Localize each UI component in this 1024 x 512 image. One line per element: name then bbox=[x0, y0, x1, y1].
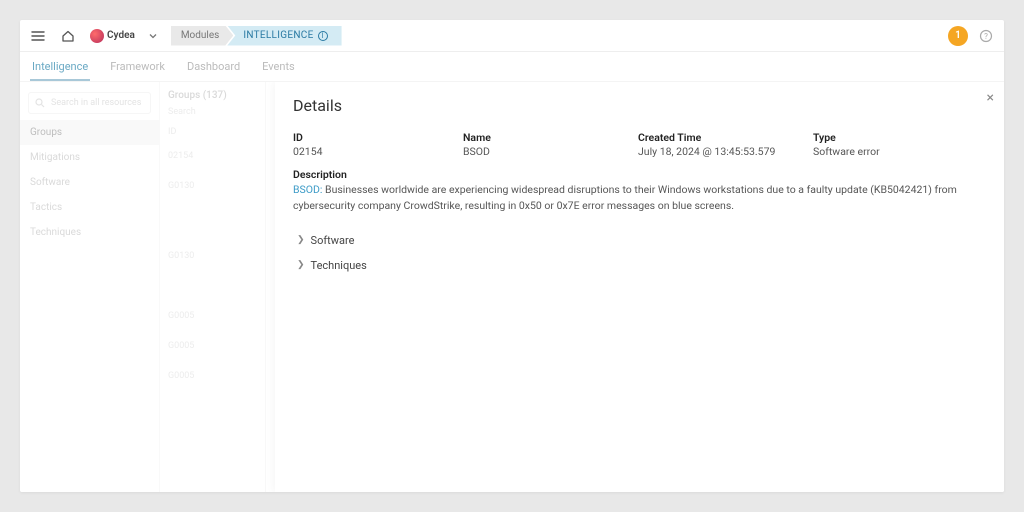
chevron-down-icon[interactable] bbox=[145, 31, 161, 41]
list-item[interactable]: G0130 bbox=[166, 171, 259, 201]
brand-logo-icon bbox=[90, 29, 104, 43]
list-item[interactable]: 02154 bbox=[166, 141, 259, 171]
info-icon: i bbox=[318, 31, 328, 41]
groups-id-col: ID bbox=[166, 123, 259, 141]
tab-events[interactable]: Events bbox=[260, 54, 297, 79]
name-label: Name bbox=[463, 131, 638, 144]
description-block: Description BSOD: Businesses worldwide a… bbox=[293, 168, 986, 214]
sidebar-cat-groups[interactable]: Groups bbox=[20, 120, 159, 145]
close-icon[interactable]: × bbox=[987, 90, 994, 106]
topbar: Cydea Modules INTELLIGENCE i 1 ? bbox=[20, 20, 1004, 52]
tab-framework[interactable]: Framework bbox=[108, 54, 167, 79]
details-meta: ID 02154 Name BSOD Created Time July 18,… bbox=[293, 131, 986, 158]
tabs-row: Intelligence Framework Dashboard Events bbox=[20, 52, 1004, 82]
help-icon[interactable]: ? bbox=[974, 24, 998, 48]
details-title: Details bbox=[293, 96, 986, 115]
description-label: Description bbox=[293, 168, 986, 181]
sidebar-cat-techniques[interactable]: Techniques bbox=[20, 220, 159, 245]
home-icon[interactable] bbox=[56, 24, 80, 48]
id-value: 02154 bbox=[293, 145, 463, 158]
list-item[interactable]: G0005 bbox=[166, 361, 259, 391]
description-text: BSOD: Businesses worldwide are experienc… bbox=[293, 182, 986, 214]
hamburger-icon[interactable] bbox=[26, 24, 50, 48]
breadcrumb-intelligence[interactable]: INTELLIGENCE i bbox=[227, 26, 341, 46]
chevron-right-icon: ❯ bbox=[297, 260, 305, 270]
brand-logo-text: Cydea bbox=[107, 30, 135, 41]
time-label: Created Time bbox=[638, 131, 813, 144]
description-link[interactable]: BSOD: bbox=[293, 183, 322, 196]
name-value: BSOD bbox=[463, 145, 638, 158]
list-item[interactable]: G0130 bbox=[166, 241, 259, 271]
breadcrumb-modules[interactable]: Modules bbox=[171, 26, 233, 46]
sidebar: Search in all resources Groups Mitigatio… bbox=[20, 82, 266, 492]
type-label: Type bbox=[813, 131, 986, 144]
details-panel: × Details ID 02154 Name BSOD Created Tim… bbox=[275, 82, 1004, 492]
sidebar-list: Groups (137) Search ID 02154 G0130 G0130… bbox=[160, 82, 265, 492]
sidebar-categories: Search in all resources Groups Mitigatio… bbox=[20, 82, 160, 492]
list-item[interactable]: G0005 bbox=[166, 331, 259, 361]
breadcrumb: Modules INTELLIGENCE i bbox=[171, 26, 342, 46]
type-value: Software error bbox=[813, 145, 986, 158]
accordion-software[interactable]: ❯ Software bbox=[293, 228, 986, 253]
time-value: July 18, 2024 @ 13:45:53.579 bbox=[638, 145, 813, 158]
sidebar-cat-tactics[interactable]: Tactics bbox=[20, 195, 159, 220]
sidebar-cat-software[interactable]: Software bbox=[20, 170, 159, 195]
tab-intelligence[interactable]: Intelligence bbox=[30, 54, 90, 81]
sidebar-cat-mitigations[interactable]: Mitigations bbox=[20, 145, 159, 170]
chevron-right-icon: ❯ bbox=[297, 235, 305, 245]
groups-header: Groups (137) bbox=[166, 86, 259, 105]
groups-search[interactable]: Search bbox=[166, 105, 259, 123]
tab-dashboard[interactable]: Dashboard bbox=[185, 54, 242, 79]
brand-logo[interactable]: Cydea bbox=[86, 29, 139, 43]
avatar[interactable]: 1 bbox=[948, 26, 968, 46]
list-item[interactable]: G0005 bbox=[166, 301, 259, 331]
search-input[interactable]: Search in all resources bbox=[28, 92, 151, 114]
accordion-techniques[interactable]: ❯ Techniques bbox=[293, 253, 986, 278]
main-body: Search in all resources Groups Mitigatio… bbox=[20, 82, 1004, 492]
app-frame: Cydea Modules INTELLIGENCE i 1 ? Intelli… bbox=[20, 20, 1004, 492]
svg-text:?: ? bbox=[984, 32, 988, 41]
id-label: ID bbox=[293, 131, 463, 144]
search-icon bbox=[35, 98, 45, 108]
